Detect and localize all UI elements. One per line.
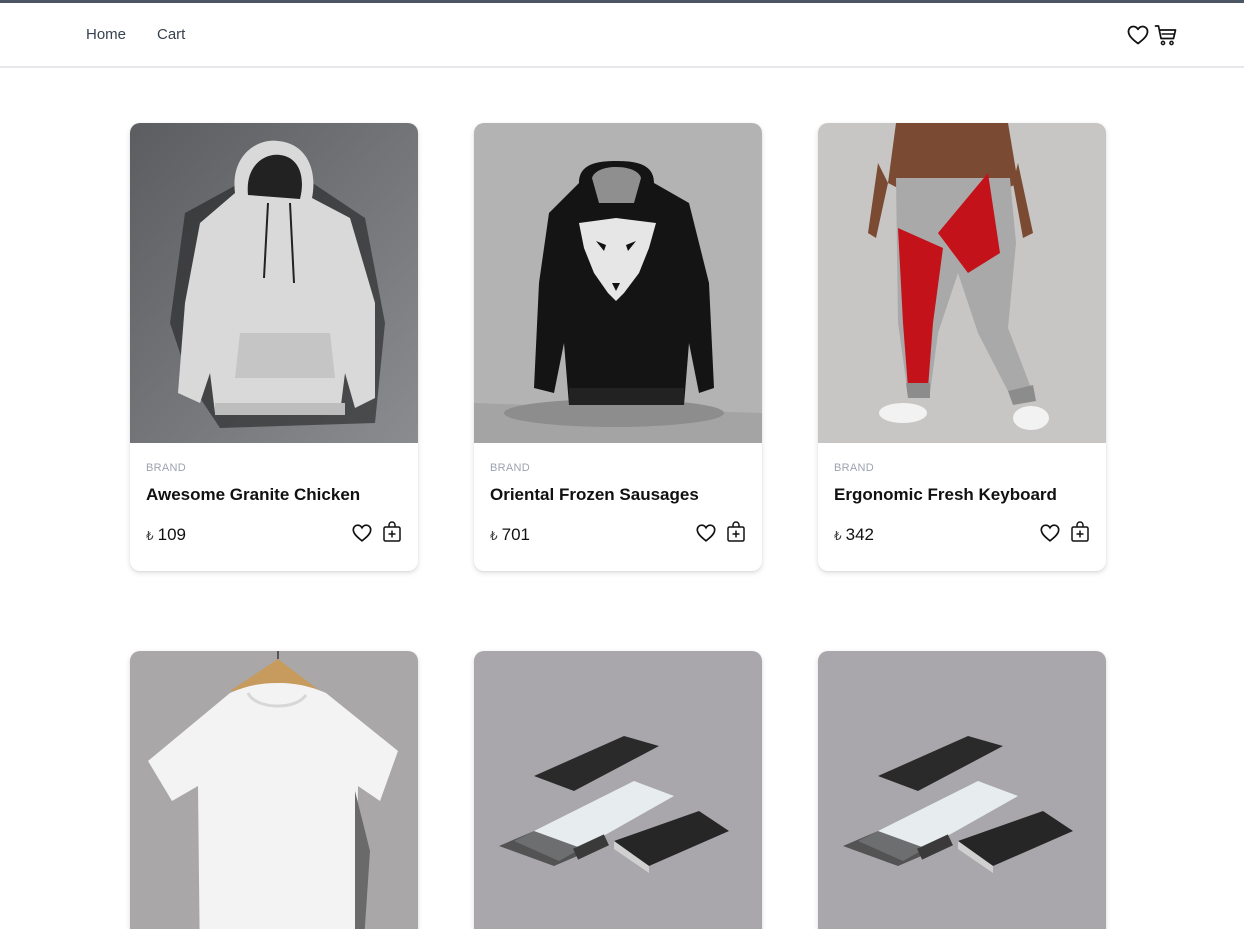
product-brand: BRAND <box>490 462 531 474</box>
product-price: ₺ 342 <box>834 525 874 545</box>
product-card[interactable] <box>474 651 762 929</box>
product-image-phone-and-case[interactable] <box>818 651 1106 929</box>
product-brand: BRAND <box>834 462 875 474</box>
product-brand: BRAND <box>146 462 187 474</box>
product-price: ₺ 109 <box>146 525 186 545</box>
currency-symbol: ₺ <box>834 529 842 543</box>
product-card[interactable] <box>818 651 1106 929</box>
price-value: 109 <box>157 525 187 544</box>
card-body: BRAND Oriental Frozen Sausages ₺ 701 <box>474 443 762 571</box>
card-body: BRAND Ergonomic Fresh Keyboard ₺ 342 <box>818 443 1106 571</box>
favorite-heart-icon[interactable] <box>351 522 373 544</box>
product-image-black-wolf-hoodie[interactable] <box>474 123 762 443</box>
favorite-heart-icon[interactable] <box>695 522 717 544</box>
add-to-bag-icon[interactable] <box>382 521 402 543</box>
favorite-heart-icon[interactable] <box>1039 522 1061 544</box>
product-title[interactable]: Ergonomic Fresh Keyboard <box>834 485 1057 505</box>
heart-icon[interactable] <box>1126 23 1150 47</box>
product-title[interactable]: Awesome Granite Chicken <box>146 485 360 505</box>
price-value: 701 <box>501 525 531 544</box>
cart-icon[interactable] <box>1154 23 1178 47</box>
nav-cart-link[interactable]: Cart <box>157 26 185 43</box>
product-image-red-grey-joggers[interactable] <box>818 123 1106 443</box>
product-image-grey-hoodie[interactable] <box>130 123 418 443</box>
price-value: 342 <box>845 525 875 544</box>
product-card[interactable] <box>130 651 418 929</box>
card-body: BRAND Awesome Granite Chicken ₺ 109 <box>130 443 418 571</box>
product-image-white-tshirt[interactable] <box>130 651 418 929</box>
product-card[interactable]: BRAND Awesome Granite Chicken ₺ 109 <box>130 123 418 571</box>
product-image-phone-and-case[interactable] <box>474 651 762 929</box>
nav-home-link[interactable]: Home <box>86 26 126 43</box>
add-to-bag-icon[interactable] <box>1070 521 1090 543</box>
currency-symbol: ₺ <box>146 529 154 543</box>
product-card[interactable]: BRAND Oriental Frozen Sausages ₺ 701 <box>474 123 762 571</box>
product-title[interactable]: Oriental Frozen Sausages <box>490 485 699 505</box>
product-card[interactable]: BRAND Ergonomic Fresh Keyboard ₺ 342 <box>818 123 1106 571</box>
currency-symbol: ₺ <box>490 529 498 543</box>
navbar: Home Cart <box>0 3 1244 68</box>
add-to-bag-icon[interactable] <box>726 521 746 543</box>
product-price: ₺ 701 <box>490 525 530 545</box>
